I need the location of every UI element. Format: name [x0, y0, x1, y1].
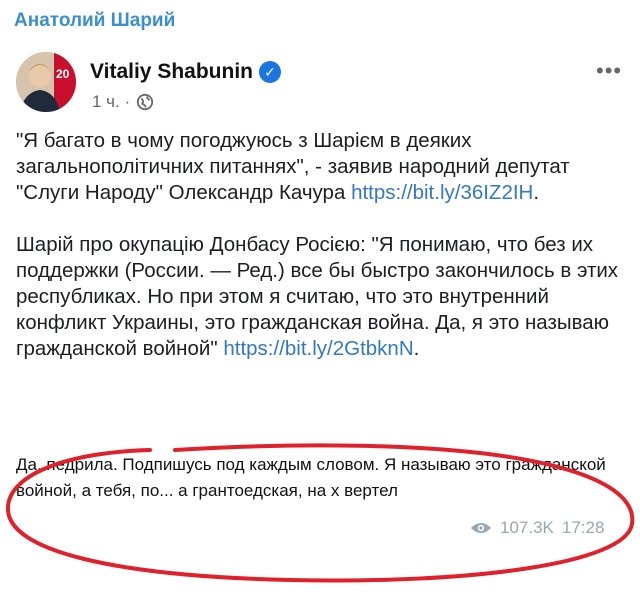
link-2-tail: .	[413, 337, 420, 360]
post-paragraph-1: "Я багато в чому погоджуюсь з Шарієм в д…	[16, 128, 628, 206]
post-time[interactable]: 1 ч. ·	[92, 92, 130, 112]
svg-text:20: 20	[56, 67, 70, 81]
post-paragraph-2: Шарій про окупацію Донбасу Росією: "Я по…	[16, 232, 628, 362]
post-meta: 1 ч. ·	[92, 92, 154, 112]
avatar-image: 20	[16, 52, 76, 112]
red-annotation-ellipse	[5, 443, 635, 583]
author-name[interactable]: Vitaliy Shabunin	[90, 60, 253, 84]
channel-name[interactable]: Анатолий Шарий	[14, 10, 175, 32]
link-1-tail: .	[533, 181, 540, 204]
post-body: "Я багато в чому погоджуюсь з Шарієм в д…	[16, 128, 628, 388]
post-link-1[interactable]: https://bit.ly/36IZ2IH	[351, 181, 533, 204]
verified-check-icon: ✓	[258, 61, 281, 83]
author-avatar[interactable]: 20	[16, 52, 76, 112]
more-options-icon[interactable]: •••	[596, 60, 622, 82]
globe-icon	[137, 93, 154, 111]
post-author[interactable]: Vitaliy Shabunin ✓	[90, 60, 281, 84]
post-link-2[interactable]: https://bit.ly/2GtbknN	[223, 337, 413, 360]
